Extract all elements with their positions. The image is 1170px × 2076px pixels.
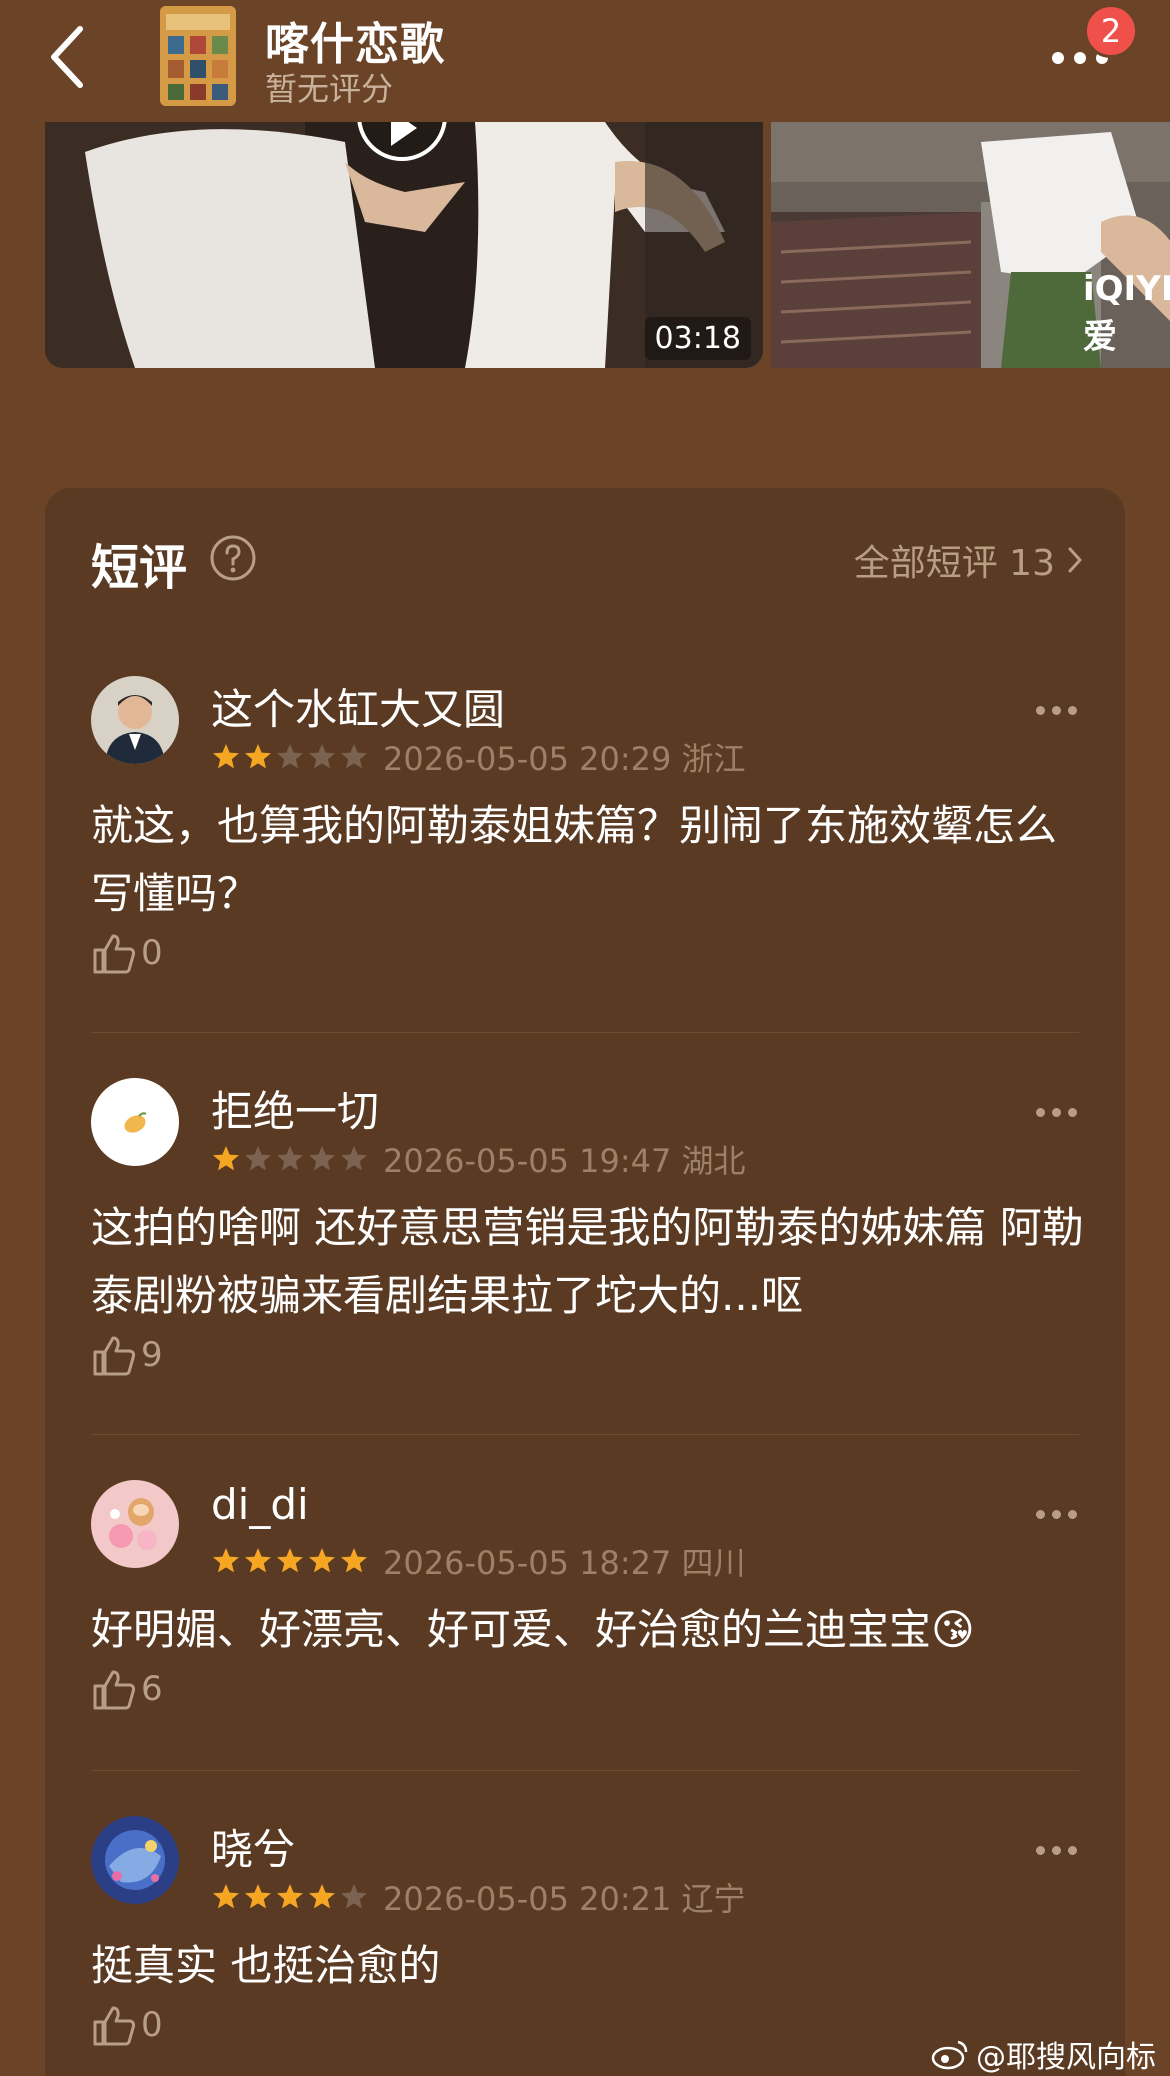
star-filled-icon <box>309 1548 335 1573</box>
video-duration: 03:18 <box>644 317 751 360</box>
review-timestamp-location: 2026-05-05 18:27 四川 <box>383 1544 746 1582</box>
review-more-button[interactable] <box>1036 1510 1077 1519</box>
avatar[interactable] <box>91 1816 179 1904</box>
review-more-button[interactable] <box>1036 1108 1077 1117</box>
review-meta: 2026-05-05 20:29 浙江 <box>211 734 746 780</box>
back-arrow-icon <box>51 26 83 88</box>
star-rating <box>211 742 369 772</box>
star-filled-icon <box>245 744 271 769</box>
star-filled-icon <box>277 1884 303 1909</box>
review-item: 拒绝一切 2026-05-05 19:47 湖北 这拍的啥啊 还好意思营销是我的… <box>91 1078 1125 1418</box>
avatar[interactable] <box>91 676 179 764</box>
review-item: di_di 2026-05-05 18:27 四川 好明媚、好漂亮、好可爱、好治… <box>91 1480 1125 1770</box>
play-icon[interactable] <box>357 122 447 176</box>
review-item: 这个水缸大又圆 2026-05-05 20:29 浙江 就这，也算我的阿勒泰姐妹… <box>91 676 1125 1016</box>
help-icon[interactable] <box>209 534 257 582</box>
star-empty-icon <box>341 1146 367 1171</box>
star-empty-icon <box>245 1146 271 1171</box>
video-thumbnail[interactable]: 03:18 <box>45 122 763 368</box>
like-button[interactable]: 6 <box>91 1666 163 1712</box>
avatar[interactable] <box>91 1078 179 1166</box>
like-count: 9 <box>141 1335 163 1375</box>
thumbs-up-icon <box>93 2006 136 2046</box>
review-username[interactable]: 这个水缸大又圆 <box>211 676 505 737</box>
review-timestamp-location: 2026-05-05 20:29 浙江 <box>383 740 746 778</box>
more-dot <box>1074 52 1086 64</box>
like-button[interactable]: 0 <box>91 930 163 976</box>
like-button[interactable]: 9 <box>91 1332 163 1378</box>
review-username[interactable]: 晓兮 <box>211 1816 295 1877</box>
star-empty-icon <box>277 1146 303 1171</box>
like-count: 6 <box>141 1669 163 1709</box>
star-rating <box>211 1144 369 1174</box>
like-count: 0 <box>141 2005 163 2045</box>
review-more-button[interactable] <box>1036 706 1077 715</box>
star-empty-icon <box>341 744 367 769</box>
review-timestamp-location: 2026-05-05 20:21 辽宁 <box>383 1880 746 1918</box>
short-reviews-card: 短评 全部短评 13 这个水缸大又圆 2026-05-05 20:29 浙江 就… <box>45 488 1125 2076</box>
iqiyi-watermark: iQIYI 爱 <box>1083 269 1170 357</box>
divider <box>91 1770 1079 1771</box>
star-empty-icon <box>309 1146 335 1171</box>
review-meta: 2026-05-05 20:21 辽宁 <box>211 1874 746 1920</box>
thumbs-up-icon <box>93 1336 136 1376</box>
review-content: 好明媚、好漂亮、好可爱、好治愈的兰迪宝宝😘 <box>91 1605 975 1654</box>
star-filled-icon <box>309 1884 335 1909</box>
review-meta: 2026-05-05 18:27 四川 <box>211 1538 746 1584</box>
top-bar: 喀什恋歌 暂无评分 2 <box>0 0 1170 122</box>
star-rating <box>211 1546 369 1576</box>
star-filled-icon <box>213 1884 239 1909</box>
review-content: 就这，也算我的阿勒泰姐妹篇？别闹了东施效颦怎么写懂吗？ <box>91 801 1058 918</box>
review-username[interactable]: 拒绝一切 <box>211 1078 379 1139</box>
watermark-text: @耶搜风向标 <box>976 2040 1156 2075</box>
section-title: 短评 <box>91 540 188 596</box>
notification-badge: 2 <box>1084 4 1138 58</box>
review-timestamp-location: 2026-05-05 19:47 湖北 <box>383 1142 746 1180</box>
weibo-watermark: @耶搜风向标 <box>930 2032 1156 2076</box>
review-more-button[interactable] <box>1036 1846 1077 1855</box>
star-filled-icon <box>277 1548 303 1573</box>
like-count: 0 <box>141 933 163 973</box>
video-thumbnail-row: 03:18 iQIYI 爱 <box>45 122 1170 368</box>
star-empty-icon <box>277 744 303 769</box>
star-filled-icon <box>213 1146 239 1171</box>
review-username[interactable]: di_di <box>211 1480 309 1529</box>
page: 喀什恋歌 暂无评分 2 03:18 iQIYI 爱 短评 全部短评 13 这个水… <box>0 0 1170 2076</box>
star-filled-icon <box>213 1548 239 1573</box>
chevron-right-icon <box>1068 547 1082 573</box>
video-thumbnail[interactable]: iQIYI 爱 <box>771 122 1170 368</box>
drama-title: 喀什恋歌 <box>265 19 445 70</box>
drama-poster-thumbnail[interactable] <box>160 6 236 106</box>
like-button[interactable]: 0 <box>91 2002 163 2048</box>
all-reviews-link[interactable]: 全部短评 13 <box>854 534 1083 586</box>
star-filled-icon <box>341 1548 367 1573</box>
review-content: 这拍的啥啊 还好意思营销是我的阿勒泰的姊妹篇 阿勒泰剧粉被骗来看剧结果拉了坨大的… <box>91 1203 1084 1320</box>
review-meta: 2026-05-05 19:47 湖北 <box>211 1136 746 1182</box>
star-filled-icon <box>245 1548 271 1573</box>
star-empty-icon <box>341 1884 367 1909</box>
star-rating <box>211 1882 369 1912</box>
all-reviews-label: 全部短评 13 <box>853 543 1055 584</box>
back-button[interactable] <box>38 22 98 92</box>
star-empty-icon <box>309 744 335 769</box>
divider <box>91 1032 1079 1033</box>
avatar[interactable] <box>91 1480 179 1568</box>
star-filled-icon <box>245 1884 271 1909</box>
rating-status: 暂无评分 <box>265 70 394 108</box>
weibo-logo-icon <box>931 2040 968 2070</box>
more-dots-icon <box>1052 52 1064 64</box>
thumbs-up-icon <box>93 1670 136 1710</box>
review-content: 挺真实 也挺治愈的 <box>91 1941 441 1990</box>
divider <box>91 1434 1079 1435</box>
thumbs-up-icon <box>93 934 136 974</box>
star-filled-icon <box>213 744 239 769</box>
